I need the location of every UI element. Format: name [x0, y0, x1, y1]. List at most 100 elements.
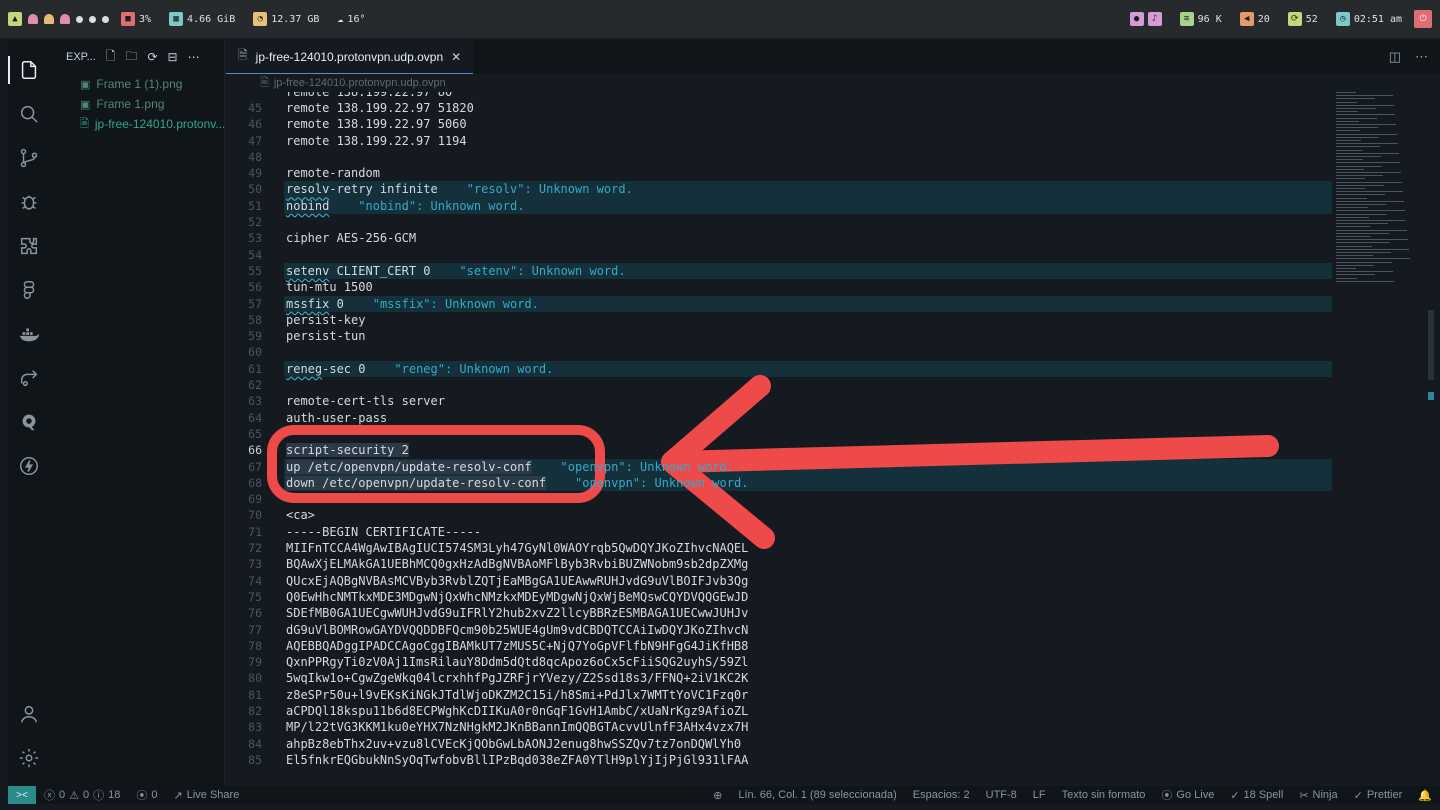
check-double-icon: ✓	[1353, 789, 1363, 802]
language-mode[interactable]: Texto sin formato	[1054, 789, 1154, 801]
ports-indicator[interactable]: ⦿ 0	[128, 787, 165, 803]
docker-icon[interactable]	[8, 312, 50, 356]
new-file-icon[interactable]: 🗋	[106, 47, 116, 68]
line-text: 5wqIkw1o+CgwZgeWkq04lcrxhhfPgJZRFjrYVezy…	[286, 670, 748, 686]
line-text: reneg-sec 0 "reneg": Unknown word.	[286, 361, 553, 377]
code-line: 79 QxnPPRgyTi0zV0Aj1ImsRilauY8Ddm5dQtd8qc…	[226, 654, 1332, 670]
minimap-line	[1336, 162, 1400, 164]
go-live-button[interactable]: ⦿ Go Live	[1153, 787, 1222, 803]
extensions-icon[interactable]	[8, 224, 50, 268]
explorer-icon[interactable]	[8, 48, 50, 92]
split-editor-icon[interactable]: ◫	[1389, 49, 1401, 65]
scrollbar-thumb[interactable]	[1428, 310, 1434, 380]
arch-logo-icon[interactable]: ▲	[8, 12, 22, 26]
code-line: remote 138.199.22.97 80	[286, 92, 453, 99]
disk-widget: ◔ 12.37 GB	[247, 10, 325, 28]
tab-ovpn-file[interactable]: 🗎 jp-free-124010.protonvpn.udp.ovpn ✕	[226, 40, 474, 74]
line-number: 81	[248, 687, 262, 702]
problems-indicator[interactable]: ⓧ 0 ⚠ 0 ⓘ 18	[36, 787, 128, 803]
minimap-line	[1336, 220, 1406, 221]
encoding-setting[interactable]: UTF-8	[978, 789, 1025, 801]
line-number: 83	[248, 720, 262, 735]
misspelled-word[interactable]: resolv	[286, 182, 329, 196]
code-line: 64 auth-user-pass	[226, 410, 1332, 426]
close-icon[interactable]: ✕	[451, 50, 461, 64]
file-item[interactable]: ▣ Frame 1.png	[50, 94, 224, 114]
thunder-client-icon[interactable]	[8, 444, 50, 488]
code-text: -sec 0	[322, 361, 366, 376]
line-text: mssfix 0 "mssfix": Unknown word.	[286, 296, 539, 312]
code-text: -retry infinite	[329, 182, 438, 197]
line-number: 60	[248, 345, 262, 360]
live-share-button[interactable]: ↗ Live Share	[166, 789, 248, 802]
music-widget[interactable]: ● ♪	[1124, 10, 1168, 28]
cursor-position[interactable]: Lín. 66, Col. 1 (89 seleccionada)	[730, 789, 904, 801]
line-number: 78	[248, 638, 262, 653]
wifi-icon: ≋	[1179, 12, 1194, 26]
figma-icon[interactable]	[8, 268, 50, 312]
eol-setting[interactable]: LF	[1025, 789, 1054, 801]
workspace-dot[interactable]	[76, 15, 83, 23]
refresh-icon[interactable]: ⟳	[147, 50, 157, 64]
minimap[interactable]	[1336, 92, 1416, 292]
line-text: setenv CLIENT_CERT 0 "setenv": Unknown w…	[286, 263, 626, 279]
line-number: 75	[248, 589, 262, 604]
network-widget[interactable]: ≋ 96 K	[1174, 10, 1228, 28]
remote-indicator-icon[interactable]: ><	[8, 786, 36, 804]
collapse-all-icon[interactable]: ⊟	[168, 50, 178, 64]
volume-widget[interactable]: ◀ 20	[1234, 10, 1276, 28]
debug-icon[interactable]	[8, 180, 50, 224]
file-item-active[interactable]: 🗎 jp-free-124010.protonv...	[50, 114, 224, 134]
workspace-ghost-icon[interactable]	[28, 14, 38, 24]
indentation-setting[interactable]: Espacios: 2	[905, 789, 978, 801]
code-text: persist-tun	[286, 329, 366, 344]
account-icon[interactable]	[8, 692, 50, 736]
code-text: 5wqIkw1o+CgwZgeWkq04lcrxhhfPgJZRFjrYVezy…	[286, 671, 749, 686]
workspace-dot[interactable]	[89, 15, 96, 23]
code-line: 52	[226, 214, 1332, 230]
source-control-icon[interactable]	[8, 136, 50, 180]
remote-share-icon[interactable]	[8, 356, 50, 400]
power-icon[interactable]: ⏻	[1414, 10, 1432, 28]
zoom-icon[interactable]: ⊕	[705, 789, 730, 802]
minimap-line	[1336, 95, 1393, 97]
workspace-pacman-icon[interactable]	[44, 14, 54, 24]
spell-check-indicator[interactable]: ✓ 18 Spell	[1222, 789, 1291, 802]
search-icon[interactable]	[8, 92, 50, 136]
prettier-indicator[interactable]: ✓ Prettier	[1346, 789, 1411, 802]
line-text: remote-random	[286, 165, 380, 181]
minimap-line	[1336, 252, 1391, 253]
ninja-indicator[interactable]: ✂ Ninja	[1291, 789, 1345, 802]
code-editor[interactable]: remote 138.199.22.97 80 45 remote 138.199…	[226, 92, 1332, 768]
line-text: MIIFnTCCA4WgAwIBAgIUCI574SM3Lyh47GyNl0WA…	[286, 540, 748, 556]
misspelled-word[interactable]: mssfix	[286, 297, 329, 311]
updates-widget[interactable]: ⟳ 52	[1282, 10, 1324, 28]
misspelled-word[interactable]: setenv	[286, 264, 329, 278]
code-line: 82 aCPDQl18kspu11b6d8ECPWghKcDIIKuA0r0nGq…	[226, 703, 1332, 719]
minimap-line	[1336, 111, 1358, 113]
misspelled-word[interactable]: nobind	[286, 199, 329, 213]
line-text: up /etc/openvpn/update-resolv-conf "open…	[286, 459, 734, 475]
workspace-ghost-icon[interactable]	[60, 14, 70, 24]
misspelled-word[interactable]: reneg	[286, 362, 322, 376]
more-actions-icon[interactable]: ⋯	[188, 50, 200, 64]
minimap-line	[1336, 261, 1392, 263]
code-text: MP/l22tVG3KKM1ku0eYHX7NzNHgkM2JKnBBannIm…	[286, 720, 749, 735]
minimap-line	[1336, 280, 1394, 282]
notifications-bell-icon[interactable]: 🔔	[1410, 789, 1440, 802]
more-actions-icon[interactable]: ⋯	[1415, 49, 1428, 65]
code-line: 81 z8eSPr50u+l9vEKsKiNGkJTdlWjoDKZM2C15i/…	[226, 687, 1332, 703]
text-file-icon: 🗎	[260, 76, 269, 89]
gitlens-icon[interactable]	[8, 400, 50, 444]
workspace-dot[interactable]	[102, 15, 109, 23]
minimap-line	[1336, 117, 1377, 119]
file-item[interactable]: ▣ Frame 1 (1).png	[50, 74, 224, 94]
line-number: 48	[248, 149, 262, 164]
vertical-scrollbar[interactable]	[1422, 92, 1436, 768]
breadcrumb[interactable]: 🗎 jp-free-124010.protonvpn.udp.ovpn	[226, 74, 1440, 92]
line-number: 62	[248, 378, 262, 393]
clock-widget[interactable]: ◷ 02:51 am	[1330, 10, 1408, 28]
settings-gear-icon[interactable]	[8, 736, 50, 780]
code-text: QUcxEjAQBgNVBAsMCVByb3RvblZQTjEaMBgGA1UE…	[286, 573, 749, 588]
new-folder-icon[interactable]: 🗀	[125, 47, 137, 68]
